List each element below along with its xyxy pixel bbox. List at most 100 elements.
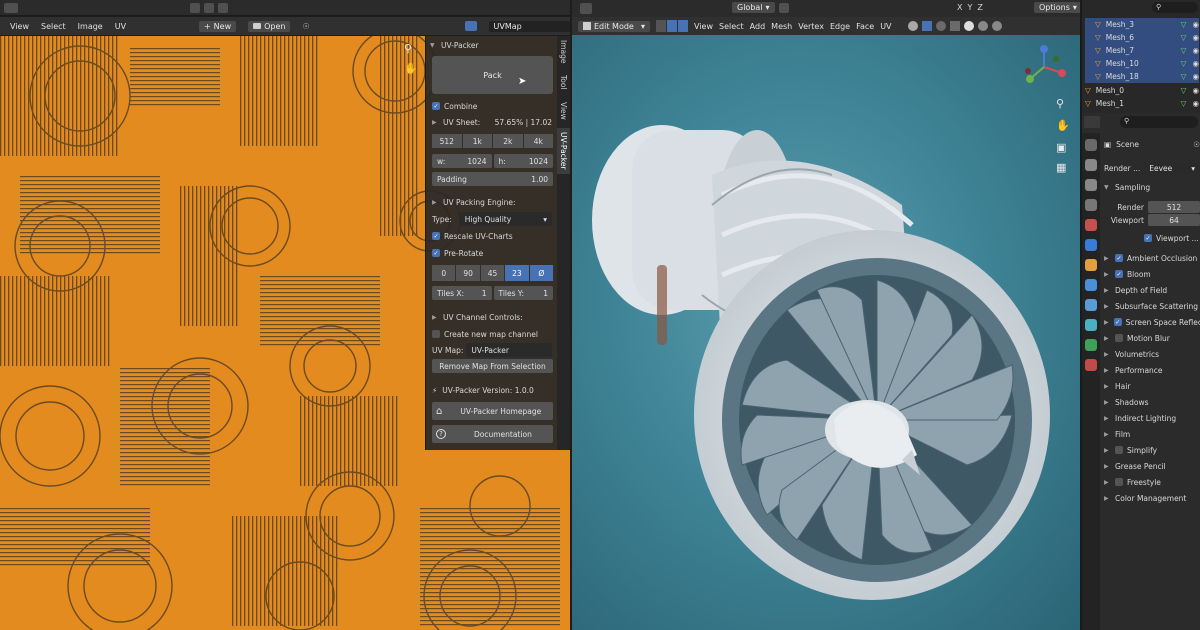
xray-icon[interactable]	[949, 21, 960, 31]
viewport-denoise-checkbox[interactable]: ✓ Viewport ...	[1104, 231, 1200, 245]
menu-view[interactable]: View	[694, 22, 713, 31]
uv-packer-header[interactable]: ▼ UV-Packer	[430, 38, 550, 52]
tool-tab-icon[interactable]	[1085, 139, 1097, 151]
panel-indirect-lighting[interactable]: ▶ Indirect Lighting	[1104, 411, 1200, 425]
world-tab-icon[interactable]	[1085, 239, 1097, 251]
outliner-row[interactable]: ▽ Mesh_7 ▽ ◉	[1085, 44, 1199, 57]
res-512-button[interactable]: 512	[432, 134, 462, 148]
menu-image[interactable]: Image	[78, 22, 103, 31]
output-tab-icon[interactable]	[1085, 179, 1097, 191]
render-engine-dropdown[interactable]: Eevee ▾	[1144, 162, 1200, 174]
rot-90-button[interactable]: 90	[456, 265, 480, 281]
object-tab-icon[interactable]	[1085, 259, 1097, 271]
rot-custom-button[interactable]: Ø	[529, 265, 554, 281]
panel-screen-space-reflections[interactable]: ▶✓Screen Space Reflect...	[1104, 315, 1200, 329]
rot-0-button[interactable]: 0	[432, 265, 456, 281]
panel-depth-of-field[interactable]: ▶ Depth of Field	[1104, 283, 1200, 297]
render-tab-icon[interactable]	[1085, 159, 1097, 171]
outliner-row[interactable]: ▽ Mesh_6 ▽ ◉	[1085, 31, 1199, 44]
res-2k-button[interactable]: 2k	[493, 134, 523, 148]
pack-button[interactable]: Pack	[432, 56, 553, 94]
open-image-button[interactable]: Open	[248, 20, 291, 32]
res-1k-button[interactable]: 1k	[462, 134, 492, 148]
outliner-search-input[interactable]: ⚲	[1152, 2, 1198, 13]
tiles-y-field[interactable]: Tiles Y: 1	[493, 286, 553, 300]
rot-23-button[interactable]: 23	[505, 265, 529, 281]
menu-vertex[interactable]: Vertex	[798, 22, 824, 31]
panel-ambient-occlusion[interactable]: ▶ ✓ Ambient Occlusion	[1104, 251, 1200, 265]
overlay-icon[interactable]	[935, 21, 946, 31]
height-field[interactable]: h: 1024	[493, 154, 553, 168]
new-map-checkbox[interactable]: Create new map channel	[432, 327, 552, 341]
gizmo-icon[interactable]	[921, 21, 932, 31]
outliner-row[interactable]: ▽ Mesh_0 ▽ ◉	[1085, 84, 1199, 97]
tiles-x-field[interactable]: Tiles X: 1	[432, 286, 492, 300]
panel-grease-pencil[interactable]: ▶ Grease Pencil	[1104, 459, 1200, 473]
new-image-button[interactable]: + New	[198, 20, 237, 32]
physics-tab-icon[interactable]	[1085, 319, 1097, 331]
panel-color-management[interactable]: ▶ Color Management	[1104, 491, 1200, 505]
menu-select[interactable]: Select	[41, 22, 66, 31]
uvmap-field[interactable]: UVMap	[488, 20, 570, 32]
sampling-panel-header[interactable]: ▼ Sampling	[1104, 180, 1200, 194]
tab-image[interactable]: Image	[557, 38, 570, 66]
menu-uv[interactable]: UV	[115, 22, 126, 31]
outliner-row[interactable]: ▽ Mesh_10 ▽ ◉	[1085, 57, 1199, 70]
orientation-dropdown[interactable]: Global ▾	[732, 2, 775, 13]
panel-shadows[interactable]: ▶ Shadows	[1104, 395, 1200, 409]
view-layer-tab-icon[interactable]	[1085, 199, 1097, 211]
snap-icon[interactable]	[778, 2, 789, 13]
panel-bloom[interactable]: ▶ ✓ Bloom	[1104, 267, 1200, 281]
tab-tool[interactable]: Tool	[557, 70, 570, 94]
modifier-tab-icon[interactable]	[1085, 279, 1097, 291]
menu-edge[interactable]: Edge	[830, 22, 850, 31]
outliner-row[interactable]: ▽ Mesh_1 ▽ ◉	[1085, 97, 1199, 110]
padding-field[interactable]: Padding 1.00	[432, 172, 553, 186]
menu-select[interactable]: Select	[719, 22, 744, 31]
zoom-icon[interactable]: ⚲	[404, 42, 412, 55]
panel-volumetrics[interactable]: ▶ Volumetrics	[1104, 347, 1200, 361]
panel-performance[interactable]: ▶ Performance	[1104, 363, 1200, 377]
tab-uv-packer[interactable]: UV-Packer	[557, 128, 570, 174]
mirror-y-toggle[interactable]: Y	[967, 3, 972, 12]
navigation-gizmo[interactable]	[1020, 43, 1068, 89]
documentation-button[interactable]: ? Documentation	[432, 425, 553, 443]
hand-pan-icon[interactable]: ✋	[404, 62, 418, 75]
select-mode-buttons[interactable]	[656, 20, 688, 32]
menu-mesh[interactable]: Mesh	[771, 22, 792, 31]
remove-map-button[interactable]: Remove Map From Selection	[432, 359, 553, 373]
rescale-checkbox[interactable]: ✓ Rescale UV-Charts	[432, 229, 552, 243]
panel-motion-blur[interactable]: ▶ Motion Blur	[1104, 331, 1200, 345]
rotation-selector[interactable]: 0 90 45 23 Ø	[432, 265, 554, 281]
panel-freestyle[interactable]: ▶ Freestyle	[1104, 475, 1200, 489]
mode-dropdown[interactable]: Edit Mode ▾	[578, 20, 650, 32]
res-4k-button[interactable]: 4k	[523, 134, 553, 148]
combine-checkbox[interactable]: ✓ Combine	[432, 99, 552, 113]
menu-view[interactable]: View	[10, 22, 29, 31]
viewport-canvas[interactable]: ⚲ ✋ ▣ ▦	[572, 35, 1080, 630]
outliner-row[interactable]: ▽ Mesh_18 ▽ ◉	[1085, 70, 1199, 83]
shading-rendered-icon[interactable]	[991, 21, 1002, 31]
menu-face[interactable]: Face	[856, 22, 874, 31]
menu-add[interactable]: Add	[750, 22, 766, 31]
visibility-icon[interactable]	[907, 21, 918, 31]
prerotate-checkbox[interactable]: ✓ Pre-Rotate	[432, 246, 552, 260]
type-dropdown[interactable]: High Quality ▾	[459, 212, 552, 226]
panel-subsurface-scattering[interactable]: ▶ Subsurface Scattering	[1104, 299, 1200, 313]
grid-icon[interactable]: ▦	[1056, 161, 1066, 174]
panel-hair[interactable]: ▶ Hair	[1104, 379, 1200, 393]
scene-tab-icon[interactable]	[1085, 219, 1097, 231]
pin-icon[interactable]: ☉	[302, 22, 309, 31]
shading-material-icon[interactable]	[977, 21, 988, 31]
resolution-selector[interactable]: 512 1k 2k 4k	[432, 134, 553, 148]
uv-sync-toggles[interactable]	[190, 3, 250, 13]
viewport-samples-field[interactable]: 64	[1148, 214, 1200, 226]
shading-solid-icon[interactable]	[963, 21, 974, 31]
material-tab-icon[interactable]	[1085, 359, 1097, 371]
properties-search-input[interactable]: ⚲	[1120, 116, 1198, 128]
render-samples-field[interactable]: 512	[1148, 201, 1200, 213]
tab-view[interactable]: View	[557, 98, 570, 124]
homepage-button[interactable]: ⌂ UV-Packer Homepage	[432, 402, 553, 420]
cursor-tool-icon[interactable]	[580, 3, 592, 14]
object-data-tab-icon[interactable]	[1085, 339, 1097, 351]
